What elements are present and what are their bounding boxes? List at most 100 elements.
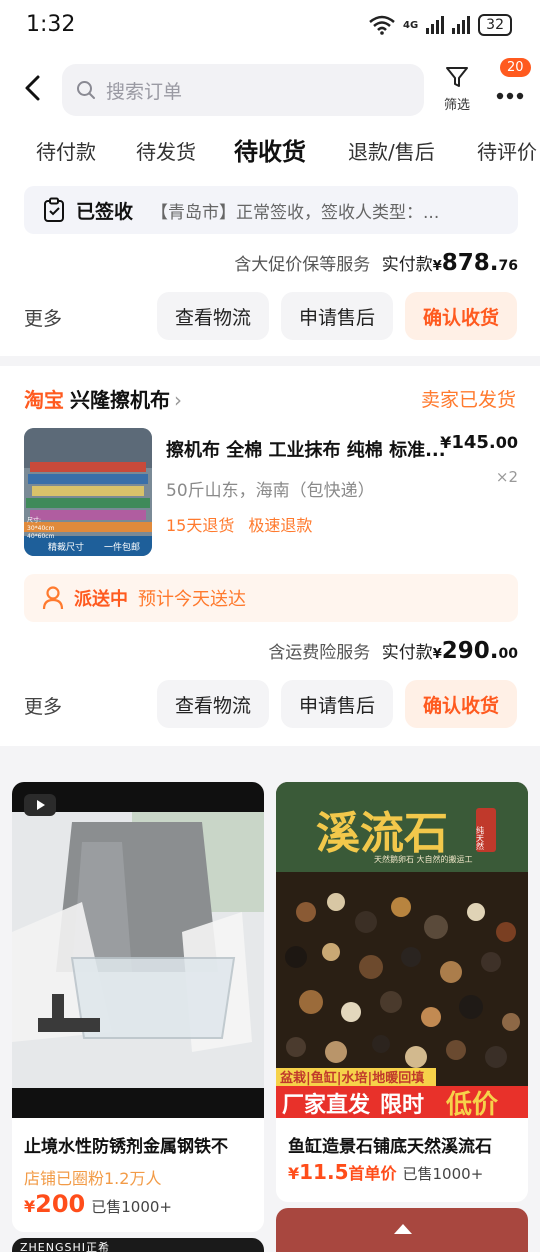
recommend-card-1[interactable]: 止境水性防锈剂金属钢铁不 店铺已圈粉1.2万人 ¥200 已售1000+ xyxy=(12,782,264,1232)
delivery-status-bar[interactable]: 派送中 预计今天送达 xyxy=(24,574,518,622)
thumb-caption-right: 一件包邮 xyxy=(104,541,140,553)
order1-yen: ¥ xyxy=(432,259,442,274)
order1-confirm-button[interactable]: 确认收货 xyxy=(405,292,517,340)
recommend-price-yen-2: ¥ xyxy=(288,1164,300,1183)
signed-detail: 【青岛市】正常签收，签收人类型：... xyxy=(151,202,440,223)
order-card-1[interactable]: 已签收 【青岛市】正常签收，签收人类型：... 含大促价保等服务 实付款¥878… xyxy=(0,178,540,356)
tab-pending-payment[interactable]: 待付款 xyxy=(36,136,96,165)
video-play-icon[interactable] xyxy=(24,794,56,816)
product-title[interactable]: 擦机布 全棉 工业抹布 纯棉 标准... xyxy=(166,436,446,462)
order1-amount-dec: 76 xyxy=(498,258,518,274)
filter-label: 筛选 xyxy=(443,98,470,113)
recommend-sub-1: 店铺已圈粉1.2万人 xyxy=(24,1169,162,1188)
signed-status-bar[interactable]: 已签收 【青岛市】正常签收，签收人类型：... xyxy=(24,186,518,234)
video-preview xyxy=(12,782,264,1118)
search-icon xyxy=(77,81,95,99)
courier-icon xyxy=(42,586,64,610)
product-sku: 50斤山东，海南（包快递） xyxy=(166,481,375,501)
order2-more-button[interactable]: 更多 xyxy=(24,692,62,719)
order2-amount-int: 290. xyxy=(441,638,499,664)
order1-payment: 含大促价保等服务 实付款¥878.76 xyxy=(234,250,518,276)
recommend-price-value-2: 11.5 xyxy=(299,1160,349,1184)
recommend-title-2[interactable]: 鱼缸造景石铺底天然溪流石 xyxy=(288,1132,492,1157)
recommend-price-suffix-2: 首单价 xyxy=(348,1164,397,1183)
chevron-right-icon: › xyxy=(174,388,182,412)
banner-tags: 盆栽|鱼缸|水培|地暖回填 xyxy=(279,1070,424,1086)
order2-payment: 含运费险服务 实付款¥290.00 xyxy=(268,638,518,664)
order2-confirm-button[interactable]: 确认收货 xyxy=(405,680,517,728)
order-card-2[interactable]: 淘宝 兴隆擦机布 › 卖家已发货 尺寸: 30*40cm 40*60cm 精裁尺寸 … xyxy=(0,366,540,746)
thumb-caption-left: 精裁尺寸 xyxy=(48,541,84,553)
banner-cta-3: 低价 xyxy=(445,1090,499,1118)
recommend-card-4[interactable] xyxy=(276,1208,528,1252)
search-input[interactable]: 搜索订单 xyxy=(62,64,424,116)
order2-logistics-button[interactable]: 查看物流 xyxy=(157,680,269,728)
order2-paid-label: 实付款 xyxy=(381,643,433,663)
recommend-price-value-1: 200 xyxy=(35,1190,86,1218)
status-bar: 1:32 4G 32 xyxy=(0,0,540,52)
more-icon[interactable] xyxy=(492,72,532,112)
recommend-sold-1: 已售1000+ xyxy=(91,1198,172,1216)
delivery-status: 派送中 xyxy=(74,589,128,610)
order1-aftersale-button[interactable]: 申请售后 xyxy=(281,292,393,340)
tag-fast-refund: 极速退款 xyxy=(248,516,313,535)
order2-amount-dec: 00 xyxy=(498,646,518,662)
order1-service: 含大促价保等服务 xyxy=(234,255,371,275)
status-time: 1:32 xyxy=(26,12,76,37)
banner-seal: 纯天然 xyxy=(476,825,485,851)
banner-title: 溪流石 xyxy=(316,808,448,859)
clipboard-check-icon xyxy=(44,197,64,222)
tag-15day-return: 15天退货 xyxy=(166,516,235,535)
product-price-yen: ¥ xyxy=(440,433,452,452)
recommend-card-3[interactable]: ZHENGSHI正希 xyxy=(12,1238,264,1252)
product-price-int: 145. xyxy=(451,432,496,453)
mountain-icon xyxy=(394,1224,412,1234)
delivery-eta: 预计今天送达 xyxy=(138,589,246,610)
stones-banner: 溪流石 纯天然 天然鹅卵石 大自然的搬运工 盆栽|鱼缸|水培|地暖回填 厂家直发… xyxy=(276,782,528,1118)
order1-logistics-button[interactable]: 查看物流 xyxy=(157,292,269,340)
signal-icon-2 xyxy=(452,16,471,34)
tab-pending-shipment[interactable]: 待发货 xyxy=(136,136,196,165)
signed-label: 已签收 xyxy=(76,200,134,223)
recommend-title-1[interactable]: 止境水性防锈剂金属钢铁不 xyxy=(24,1132,228,1157)
order1-amount-int: 878. xyxy=(441,250,499,276)
battery-icon: 32 xyxy=(478,14,512,36)
funnel-icon xyxy=(446,67,468,87)
recommend-price-yen-1: ¥ xyxy=(24,1197,36,1216)
header: 搜索订单 筛选 20 xyxy=(0,52,540,128)
recommend-price-1: ¥200 已售1000+ xyxy=(24,1190,172,1218)
search-placeholder: 搜索订单 xyxy=(106,80,183,103)
status-icons: 4G 32 xyxy=(369,14,512,36)
filter-button[interactable]: 筛选 xyxy=(440,64,474,113)
banner-subtitle: 天然鹅卵石 大自然的搬运工 xyxy=(374,854,473,864)
recommend-image-1[interactable] xyxy=(12,782,264,1118)
tab-pending-review[interactable]: 待评价 xyxy=(477,136,537,165)
order-tabs: 待付款 待发货 待收货 退款/售后 待评价 xyxy=(0,128,540,178)
order2-service: 含运费险服务 xyxy=(268,643,371,663)
thumb-size-label: 尺寸: xyxy=(27,516,41,524)
signal-icon xyxy=(426,16,445,34)
order2-yen: ¥ xyxy=(432,647,442,662)
taobao-brand: 淘宝 xyxy=(24,388,64,412)
product-price-dec: 00 xyxy=(495,433,518,452)
product-quantity: ×2 xyxy=(495,468,518,486)
order1-more-button[interactable]: 更多 xyxy=(24,304,62,331)
recommend-image-2[interactable]: 溪流石 纯天然 天然鹅卵石 大自然的搬运工 盆栽|鱼缸|水培|地暖回填 厂家直发… xyxy=(276,782,528,1118)
shop-header[interactable]: 淘宝 兴隆擦机布 › xyxy=(24,384,182,413)
back-icon[interactable] xyxy=(22,74,42,102)
product-tags: 15天退货 极速退款 xyxy=(166,512,326,536)
network-type: 4G xyxy=(403,19,419,31)
thumb-size-1: 30*40cm xyxy=(27,525,55,532)
recommend-card-3-brand: ZHENGSHI正希 xyxy=(20,1241,111,1252)
banner-cta-2: 限时 xyxy=(380,1093,424,1118)
banner-cta-1: 厂家直发 xyxy=(282,1092,371,1118)
order2-actions: 更多 查看物流 申请售后 确认收货 xyxy=(0,680,540,730)
recommend-card-2[interactable]: 溪流石 纯天然 天然鹅卵石 大自然的搬运工 盆栽|鱼缸|水培|地暖回填 厂家直发… xyxy=(276,782,528,1202)
tab-refund[interactable]: 退款/售后 xyxy=(348,136,435,165)
product-thumbnail[interactable]: 尺寸: 30*40cm 40*60cm 精裁尺寸 一件包邮 xyxy=(24,428,152,556)
recommend-price-2: ¥11.5首单价 已售1000+ xyxy=(288,1160,483,1184)
tab-pending-receipt[interactable]: 待收货 xyxy=(234,132,306,167)
order2-aftersale-button[interactable]: 申请售后 xyxy=(281,680,393,728)
order1-actions: 更多 查看物流 申请售后 确认收货 xyxy=(0,292,540,342)
recommend-sold-2: 已售1000+ xyxy=(402,1165,484,1183)
